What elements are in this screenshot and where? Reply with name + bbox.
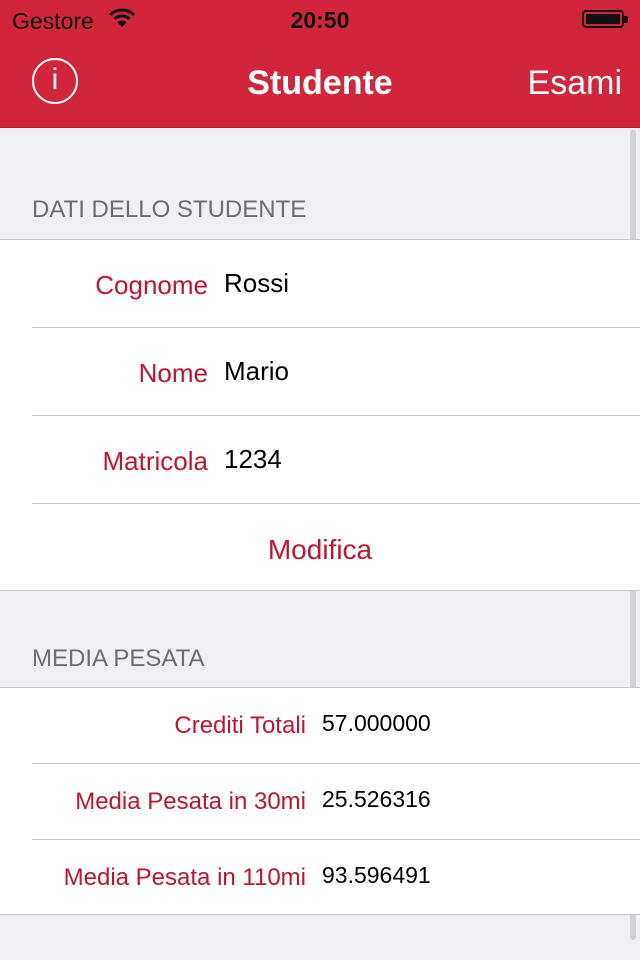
average-30-label: Media Pesata in 30mi: [75, 788, 306, 815]
average-110-label: Media Pesata in 110mi: [63, 864, 306, 891]
student-data-group: Cognome Rossi Nome Mario Matricola 1234 …: [0, 239, 640, 591]
row-surname[interactable]: Cognome Rossi: [0, 240, 640, 328]
row-total-credits: Crediti Totali 57.000000: [0, 688, 640, 764]
matricola-value: 1234: [224, 444, 282, 474]
average-110-value: 93.596491: [322, 862, 431, 888]
clock: 20:50: [290, 7, 350, 33]
surname-label: Cognome: [95, 270, 208, 300]
row-matricola[interactable]: Matricola 1234: [0, 416, 640, 504]
section-header-average: MEDIA PESATA: [32, 645, 205, 672]
total-credits-label: Crediti Totali: [174, 712, 306, 739]
section-header-student: DATI DELLO STUDENTE: [32, 196, 307, 223]
surname-value: Rossi: [224, 268, 290, 298]
average-30-value: 25.526316: [322, 786, 431, 812]
exams-button[interactable]: Esami: [528, 64, 622, 103]
edit-row[interactable]: Modifica: [0, 504, 640, 592]
row-name[interactable]: Nome Mario: [0, 328, 640, 416]
status-bar: Gestore 20:50: [0, 0, 640, 40]
name-label: Nome: [138, 358, 208, 388]
edit-button[interactable]: Modifica: [0, 534, 640, 566]
navigation-bar: i Studente Esami: [0, 40, 640, 128]
row-average-110: Media Pesata in 110mi 93.596491: [0, 840, 640, 916]
battery-icon: [582, 10, 628, 28]
total-credits-value: 57.000000: [322, 710, 431, 736]
weighted-average-group: Crediti Totali 57.000000 Media Pesata in…: [0, 687, 640, 915]
matricola-label: Matricola: [102, 446, 208, 476]
name-value: Mario: [224, 356, 290, 386]
row-average-30: Media Pesata in 30mi 25.526316: [0, 764, 640, 840]
